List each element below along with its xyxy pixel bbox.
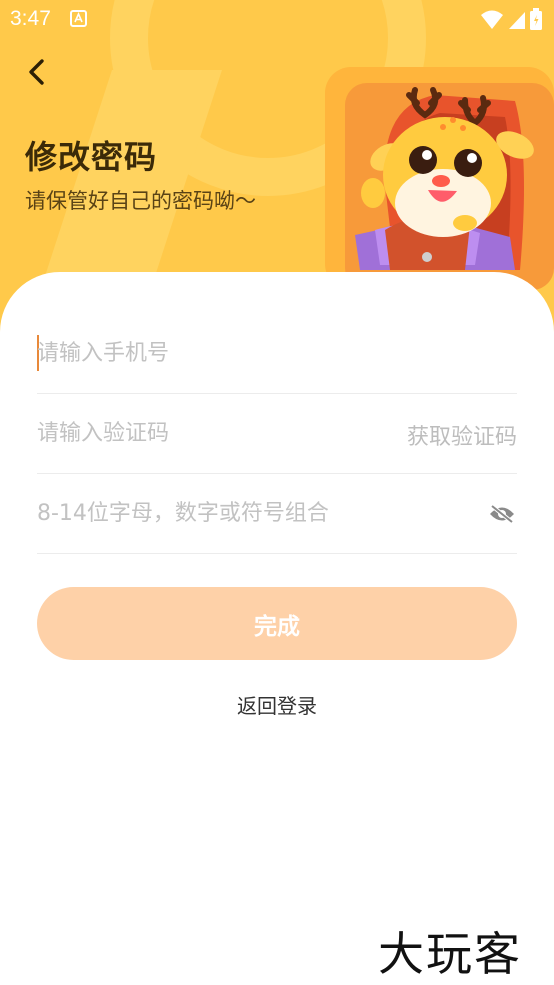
status-time: 3:47	[10, 7, 51, 30]
phone-row	[37, 313, 517, 394]
password-input[interactable]	[37, 493, 457, 533]
verification-code-input[interactable]	[37, 413, 337, 453]
back-button[interactable]	[18, 52, 58, 92]
watermark-logo: 大玩客	[378, 927, 522, 981]
status-bar: 3:47	[0, 0, 554, 38]
status-icons	[481, 8, 542, 35]
get-code-button[interactable]: 获取验证码	[407, 419, 517, 451]
signal-icon	[508, 12, 525, 29]
back-arrow-icon	[29, 59, 44, 85]
deer-mascot-illustration	[325, 67, 554, 290]
code-row: 获取验证码	[37, 393, 517, 474]
eye-off-icon[interactable]	[489, 503, 515, 525]
page-subtitle: 请保管好自己的密码呦～	[25, 189, 256, 213]
app-notification-icon	[70, 10, 87, 27]
back-to-login-link[interactable]: 返回登录	[0, 690, 554, 719]
wifi-icon	[481, 10, 504, 29]
page-title: 修改密码	[25, 138, 158, 176]
password-row	[37, 473, 517, 554]
phone-input[interactable]	[37, 333, 377, 373]
battery-icon	[530, 8, 542, 30]
done-button[interactable]: 完成	[37, 587, 517, 660]
